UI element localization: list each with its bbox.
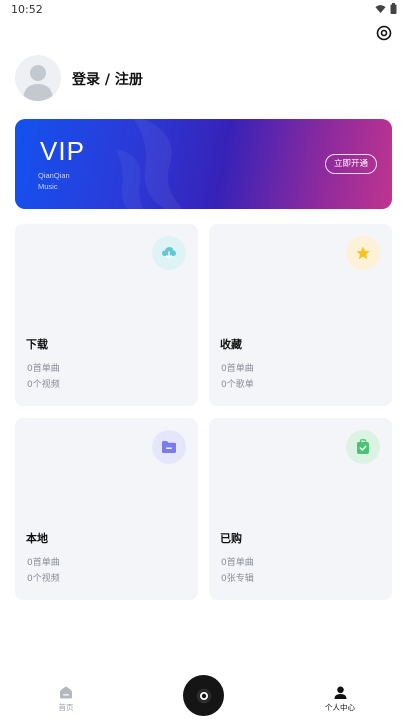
bottom-tab-bar: 首页 个人中心 <box>0 670 407 724</box>
vip-subtitle-line2: Music <box>38 182 58 191</box>
card-local[interactable]: 本地 0首单曲 0个视频 <box>15 418 198 600</box>
card-purchased[interactable]: 已购 0首单曲 0张专辑 <box>209 418 392 600</box>
card-video-count: 0个视频 <box>27 574 60 584</box>
tab-home-label: 首页 <box>58 703 74 712</box>
default-avatar-icon <box>23 65 53 101</box>
card-title: 已购 <box>220 532 242 545</box>
settings-icon <box>376 25 392 41</box>
login-register-link[interactable]: 登录 / 注册 <box>72 69 143 89</box>
vinyl-disc-icon <box>196 688 211 703</box>
card-download[interactable]: 下载 0首单曲 0个视频 <box>15 224 198 406</box>
status-icons <box>375 3 397 14</box>
card-favorites[interactable]: 收藏 0首单曲 0个歌单 <box>209 224 392 406</box>
vip-subtitle-line1: QianQian <box>38 171 70 180</box>
card-song-count: 0首单曲 <box>27 364 60 374</box>
vip-open-button[interactable]: 立即开通 <box>324 154 377 174</box>
player-button[interactable] <box>183 675 224 716</box>
tab-profile[interactable]: 个人中心 <box>322 686 358 713</box>
person-icon <box>334 686 346 699</box>
vip-title: VIP <box>40 136 85 166</box>
card-song-count: 0首单曲 <box>27 558 60 568</box>
vip-subtitle: QianQian Music <box>38 170 70 192</box>
card-song-count: 0首单曲 <box>221 364 254 374</box>
card-song-count: 0首单曲 <box>221 558 254 568</box>
vip-banner[interactable]: VIP QianQian Music 立即开通 <box>15 119 392 209</box>
card-title: 收藏 <box>220 338 242 351</box>
purchased-bag-icon <box>346 430 380 464</box>
tab-profile-label: 个人中心 <box>325 703 355 712</box>
home-icon <box>60 686 72 699</box>
card-album-count: 0张专辑 <box>221 574 254 584</box>
card-title: 本地 <box>26 532 48 545</box>
tab-home[interactable]: 首页 <box>52 686 80 713</box>
avatar[interactable] <box>15 55 61 101</box>
card-title: 下载 <box>26 338 48 351</box>
card-playlist-count: 0个歌单 <box>221 380 254 390</box>
battery-icon <box>390 3 397 14</box>
star-icon <box>346 236 380 270</box>
card-video-count: 0个视频 <box>27 380 60 390</box>
status-time: 10:52 <box>11 3 43 16</box>
settings-button[interactable] <box>373 22 395 44</box>
wifi-icon <box>375 4 386 13</box>
folder-icon <box>152 430 186 464</box>
vip-swoosh-decoration <box>115 119 184 209</box>
status-bar: 10:52 <box>0 0 407 20</box>
cloud-download-icon <box>152 236 186 270</box>
